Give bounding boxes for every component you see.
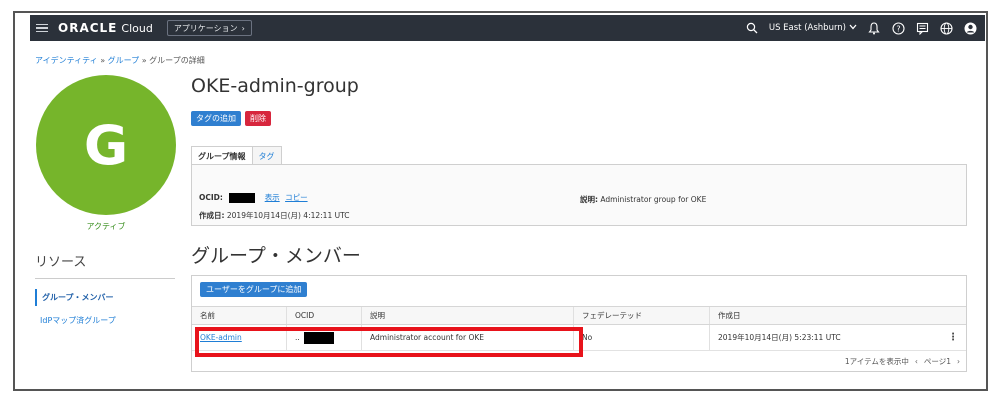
applications-label: アプリケーション bbox=[173, 23, 238, 33]
help-icon[interactable]: ? bbox=[891, 21, 905, 35]
resources-title: リソース bbox=[35, 251, 175, 279]
brand-logo[interactable]: ORACLE Cloud bbox=[58, 21, 153, 35]
tab-group-info[interactable]: グループ情報 bbox=[191, 146, 253, 164]
chat-icon[interactable] bbox=[915, 21, 929, 35]
screenshot-frame: ORACLE Cloud アプリケーション › US East (Ashburn… bbox=[13, 11, 988, 391]
user-profile-icon[interactable] bbox=[963, 21, 977, 35]
ocid-label: OCID: bbox=[199, 193, 223, 202]
svg-text:?: ? bbox=[896, 24, 900, 33]
description-value: Administrator group for OKE bbox=[600, 195, 707, 204]
description-label: 説明: bbox=[580, 195, 598, 204]
brand-name: ORACLE bbox=[58, 21, 118, 35]
group-info-panel: OCID: 表示 コピー 作成日: 2019年10月14日(月) 4:12:11… bbox=[191, 164, 967, 226]
created-line: 作成日: 2019年10月14日(月) 4:12:11 UTC bbox=[199, 210, 349, 221]
action-buttons: タグの追加 削除 bbox=[191, 111, 271, 126]
column-header-federated[interactable]: フェデレーテッド bbox=[574, 307, 710, 324]
description-line: 説明: Administrator group for OKE bbox=[580, 194, 706, 205]
top-navigation-bar: ORACLE Cloud アプリケーション › US East (Ashburn… bbox=[30, 15, 985, 41]
breadcrumb-groups[interactable]: グループ bbox=[108, 56, 140, 65]
breadcrumb-identity[interactable]: アイデンティティ bbox=[35, 56, 98, 65]
breadcrumb: アイデンティティ » グループ » グループの詳細 bbox=[35, 55, 205, 66]
show-ocid-link[interactable]: 表示 bbox=[265, 193, 280, 202]
resource-item-group-members[interactable]: グループ・メンバー bbox=[35, 289, 175, 306]
column-header-description[interactable]: 説明 bbox=[362, 307, 574, 324]
status-badge: アクティブ bbox=[86, 222, 126, 231]
column-header-created[interactable]: 作成日 bbox=[710, 307, 966, 324]
brand-suffix: Cloud bbox=[121, 22, 153, 35]
add-user-to-group-button[interactable]: ユーザーをグループに追加 bbox=[200, 282, 308, 297]
resources-panel: リソース グループ・メンバー IdPマップ済グループ bbox=[35, 251, 175, 329]
breadcrumb-separator: » bbox=[141, 56, 147, 65]
region-label: US East (Ashburn) bbox=[768, 23, 846, 33]
globe-icon[interactable] bbox=[939, 21, 953, 35]
item-count: 1アイテムを表示中 bbox=[844, 357, 909, 366]
page-title: OKE-admin-group bbox=[191, 75, 359, 97]
applications-button[interactable]: アプリケーション › bbox=[166, 20, 252, 36]
prev-page-icon[interactable]: ‹ bbox=[915, 357, 918, 366]
created-value: 2019年10月14日(月) 4:12:11 UTC bbox=[226, 211, 350, 220]
add-tags-button[interactable]: タグの追加 bbox=[191, 111, 241, 126]
tab-bar: グループ情報 タグ bbox=[191, 146, 282, 164]
cell-federated: No bbox=[574, 325, 710, 350]
region-selector[interactable]: US East (Ashburn) bbox=[769, 23, 857, 33]
avatar-letter: G bbox=[83, 113, 129, 177]
members-section-title: グループ・メンバー bbox=[191, 245, 361, 267]
row-actions-kebab-icon[interactable]: ⋮ bbox=[948, 332, 958, 343]
column-header-name[interactable]: 名前 bbox=[192, 307, 287, 324]
table-header: 名前 OCID 説明 フェデレーテッド 作成日 bbox=[192, 306, 966, 325]
delete-button[interactable]: 削除 bbox=[245, 111, 271, 126]
redacted-ocid bbox=[229, 193, 256, 203]
copy-ocid-link[interactable]: コピー bbox=[285, 193, 308, 202]
chevron-down-icon bbox=[849, 23, 857, 33]
created-label: 作成日: bbox=[199, 211, 225, 220]
page-indicator: ページ1 bbox=[923, 357, 951, 366]
menu-icon[interactable] bbox=[36, 23, 48, 33]
cell-created: 2019年10月14日(月) 5:23:11 UTC ⋮ bbox=[710, 325, 966, 350]
group-avatar: G bbox=[36, 75, 176, 215]
chevron-right-icon: › bbox=[241, 23, 245, 33]
created-date: 2019年10月14日(月) 5:23:11 UTC bbox=[718, 333, 841, 342]
resource-item-idp-mapped-groups[interactable]: IdPマップ済グループ bbox=[35, 312, 175, 329]
highlight-box bbox=[195, 327, 583, 357]
ocid-line: OCID: 表示 コピー bbox=[199, 192, 308, 203]
search-icon[interactable] bbox=[745, 21, 759, 35]
breadcrumb-separator: » bbox=[100, 56, 106, 65]
breadcrumb-current: グループの詳細 bbox=[149, 56, 205, 65]
next-page-icon[interactable]: › bbox=[957, 357, 960, 366]
notification-bell-icon[interactable] bbox=[867, 21, 881, 35]
tab-tags[interactable]: タグ bbox=[252, 146, 282, 164]
column-header-ocid[interactable]: OCID bbox=[287, 307, 362, 324]
members-panel: ユーザーをグループに追加 名前 OCID 説明 フェデレーテッド 作成日 OKE… bbox=[191, 275, 967, 372]
table-footer: 1アイテムを表示中 ‹ ページ1 › bbox=[845, 356, 960, 367]
